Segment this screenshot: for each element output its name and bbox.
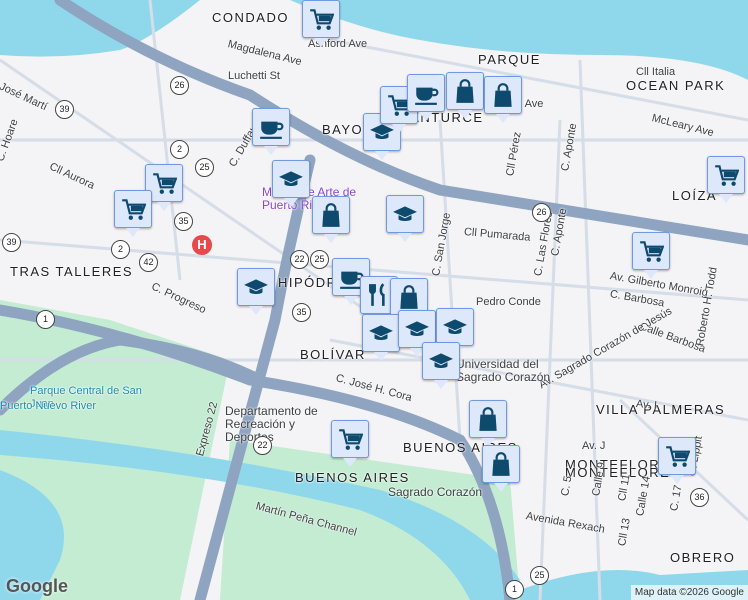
poi-label[interactable]: Departamento de Recreación y Deportes bbox=[225, 405, 345, 444]
cart-icon bbox=[640, 241, 664, 262]
graduation-cap-marker[interactable] bbox=[436, 308, 474, 355]
route-shield: 26 bbox=[532, 203, 551, 222]
graduation-cap-icon bbox=[244, 279, 268, 295]
neighborhood-label: BUENOS AIRES bbox=[295, 470, 410, 485]
shopping-bag-marker[interactable] bbox=[482, 445, 520, 492]
shopping-bag-marker[interactable] bbox=[446, 72, 484, 119]
route-shield: 25 bbox=[530, 566, 549, 585]
graduation-cap-icon bbox=[393, 206, 417, 222]
graduation-cap-icon bbox=[279, 171, 303, 187]
cup-marker[interactable] bbox=[252, 108, 290, 155]
neighborhood-label: OCEAN PARK bbox=[626, 78, 726, 93]
shopping-bag-icon bbox=[492, 452, 510, 476]
route-shield: 22 bbox=[253, 436, 272, 455]
graduation-cap-icon bbox=[429, 353, 453, 369]
route-shield: 39 bbox=[55, 100, 74, 119]
hospital-icon[interactable]: H bbox=[192, 235, 212, 255]
cart-icon bbox=[715, 165, 739, 186]
graduation-cap-icon bbox=[369, 325, 393, 341]
cart-icon bbox=[153, 173, 177, 194]
cart-marker[interactable] bbox=[707, 156, 745, 203]
route-shield: 22 bbox=[290, 250, 309, 269]
street-label: Pedro Conde bbox=[476, 296, 541, 308]
route-shield: 2 bbox=[170, 140, 189, 159]
graduation-cap-marker[interactable] bbox=[362, 314, 400, 361]
route-shield: 35 bbox=[292, 303, 311, 322]
graduation-cap-marker[interactable] bbox=[237, 268, 275, 315]
cart-icon bbox=[666, 446, 690, 467]
shopping-bag-icon bbox=[322, 203, 340, 227]
route-shield: 1 bbox=[505, 580, 524, 599]
shopping-bag-icon bbox=[400, 285, 418, 309]
street-label: Av. J bbox=[582, 440, 606, 452]
cart-marker[interactable] bbox=[632, 232, 670, 279]
route-shield: 35 bbox=[174, 212, 193, 231]
route-shield: 42 bbox=[139, 253, 158, 272]
cart-marker[interactable] bbox=[331, 420, 369, 467]
cup-icon bbox=[260, 121, 284, 139]
neighborhood-label: CONDADO bbox=[212, 10, 289, 25]
fork-knife-icon bbox=[369, 283, 385, 306]
graduation-cap-marker[interactable] bbox=[422, 342, 460, 389]
cart-icon bbox=[339, 429, 363, 450]
graduation-cap-icon bbox=[405, 321, 429, 337]
route-shield: 26 bbox=[170, 76, 189, 95]
cart-marker[interactable] bbox=[114, 190, 152, 237]
neighborhood-label: VILLA PALMERAS bbox=[596, 402, 726, 417]
cart-marker[interactable] bbox=[658, 437, 696, 484]
route-shield: 25 bbox=[310, 250, 329, 269]
shopping-bag-icon bbox=[494, 83, 512, 107]
cup-marker[interactable] bbox=[407, 74, 445, 121]
graduation-cap-marker[interactable] bbox=[272, 160, 310, 207]
poi-label[interactable]: Sagrado Corazón bbox=[388, 486, 482, 499]
cart-icon bbox=[122, 199, 146, 220]
shopping-bag-icon bbox=[479, 407, 497, 431]
route-shield: 36 bbox=[690, 488, 709, 507]
shopping-bag-marker[interactable] bbox=[484, 76, 522, 123]
neighborhood-label: TRAS TALLERES bbox=[10, 264, 134, 279]
neighborhood-label: OBRERO bbox=[670, 550, 736, 565]
poi-label[interactable]: Puerto Nuevo River bbox=[0, 400, 96, 413]
shopping-bag-marker[interactable] bbox=[312, 196, 350, 243]
route-shield: 25 bbox=[195, 158, 214, 177]
cart-icon bbox=[310, 9, 334, 30]
poi-label[interactable]: Universidad del Sagrado Corazón bbox=[456, 358, 576, 384]
street-label: Av. I bbox=[635, 398, 658, 412]
cart-marker[interactable] bbox=[302, 0, 340, 47]
street-label: Luchetti St bbox=[228, 70, 280, 82]
shopping-bag-marker[interactable] bbox=[469, 400, 507, 447]
route-shield: 39 bbox=[2, 233, 21, 252]
graduation-cap-icon bbox=[443, 319, 467, 335]
google-logo: Google bbox=[6, 576, 68, 596]
map-attribution[interactable]: Map data ©2026 Google bbox=[630, 585, 748, 600]
neighborhood-label: BOLÍVAR bbox=[300, 347, 366, 362]
neighborhood-label: PARQUE bbox=[478, 52, 541, 67]
route-shield: 1 bbox=[36, 310, 55, 329]
graduation-cap-marker[interactable] bbox=[386, 195, 424, 242]
cup-icon bbox=[415, 87, 439, 105]
street-label: Cll Italia bbox=[636, 66, 676, 78]
route-shield: 2 bbox=[111, 240, 130, 259]
shopping-bag-icon bbox=[456, 79, 474, 103]
